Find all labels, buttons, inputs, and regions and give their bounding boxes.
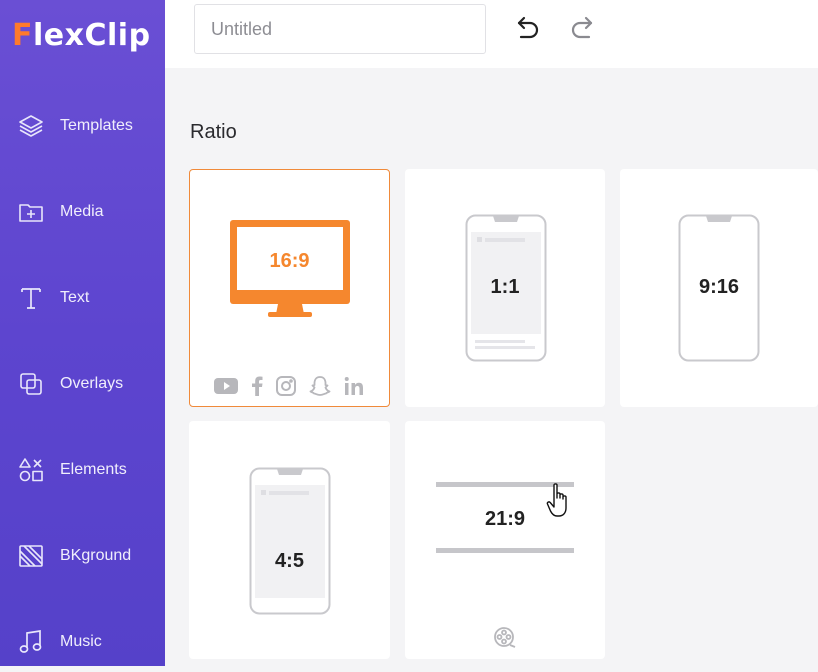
youtube-icon [214,377,238,395]
redo-icon [571,16,593,39]
linkedin-icon [344,376,364,396]
sidebar-item-label: Templates [60,117,133,134]
section-title: Ratio [190,121,237,143]
sidebar-item-label: BKground [60,547,132,564]
ratio-label: 4:5 [275,550,304,572]
undo-button[interactable] [512,14,544,46]
sidebar-item-label: Text [60,289,90,306]
sidebar-item-templates[interactable]: Templates [0,96,165,156]
ratio-card-9-16[interactable]: 9:16 [620,169,818,407]
text-icon [16,283,46,313]
music-icon [16,627,46,657]
sidebar-item-label: Music [60,633,102,650]
sidebar: FlexClip Templates Media Text Overlays E… [0,0,165,666]
redo-button[interactable] [566,14,598,46]
sidebar-item-bkground[interactable]: BKground [0,526,165,586]
ratio-card-21-9[interactable]: 21:9 [405,421,605,659]
project-title-input[interactable] [194,4,486,54]
ratio-card-4-5[interactable]: 4:5 [189,421,390,659]
ratio-card-16-9[interactable]: 16:9 [189,169,390,407]
sidebar-item-elements[interactable]: Elements [0,440,165,500]
undo-icon [517,16,539,39]
sidebar-item-label: Media [60,203,104,220]
layers-icon [16,111,46,141]
social-icons [214,375,364,397]
ratio-label: 16:9 [269,250,310,272]
sidebar-item-music[interactable]: Music [0,612,165,672]
shapes-icon [16,455,46,485]
sidebar-item-label: Elements [60,461,127,478]
sidebar-item-overlays[interactable]: Overlays [0,354,165,414]
folder-plus-icon [16,197,46,227]
background-icon [16,541,46,571]
facebook-icon [251,376,263,396]
phone-icon [249,467,331,615]
snapchat-icon [309,375,331,397]
instagram-icon [276,376,296,396]
ratio-label: 9:16 [698,276,740,298]
overlays-icon [16,369,46,399]
hand-cursor-icon [546,483,567,517]
sidebar-item-text[interactable]: Text [0,268,165,328]
sidebar-item-label: Overlays [60,375,124,392]
flexclip-logo[interactable]: FlexClip [12,18,151,53]
film-reel-icon [494,627,516,648]
ratio-label: 1:1 [490,276,520,298]
sidebar-item-media[interactable]: Media [0,182,165,242]
ratio-card-1-1[interactable]: 1:1 [405,169,605,407]
